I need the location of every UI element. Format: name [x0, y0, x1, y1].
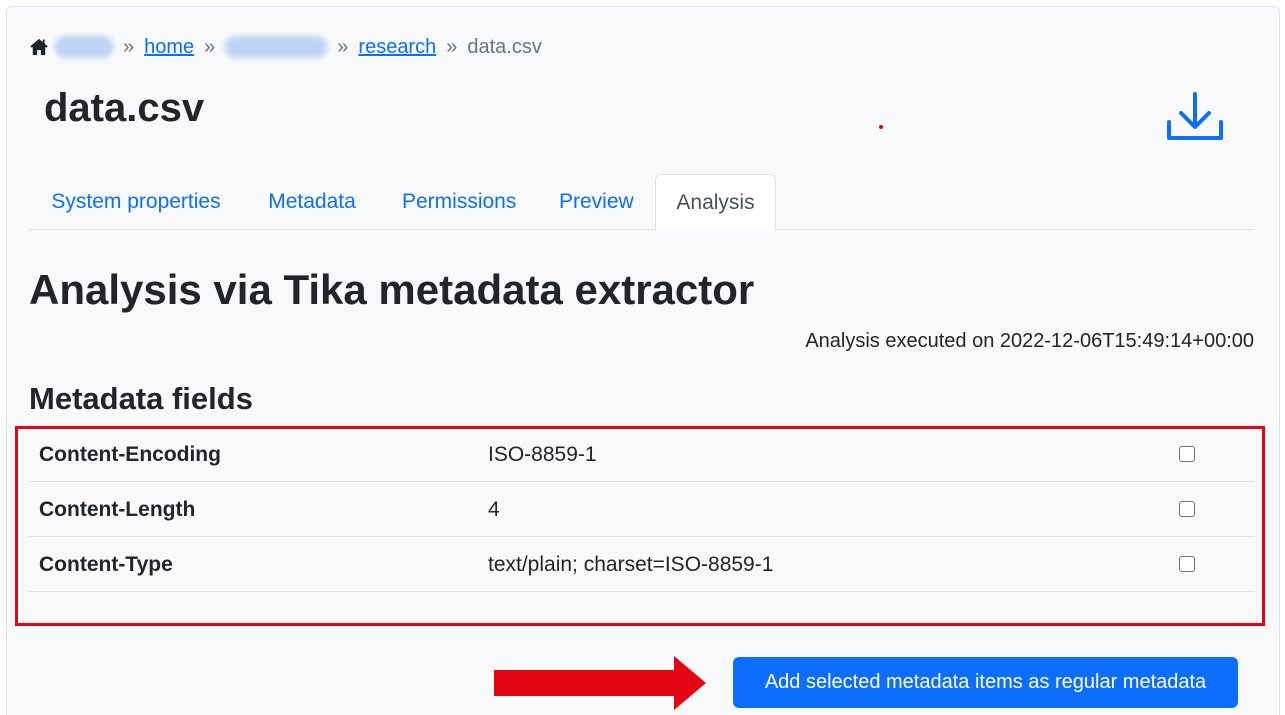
- home-icon[interactable]: [29, 37, 49, 57]
- metadata-fields-title: Metadata fields: [29, 381, 253, 416]
- tab-analysis[interactable]: Analysis: [655, 174, 776, 231]
- row-select-checkbox[interactable]: [1179, 446, 1195, 462]
- tab-bar: System properties Metadata Permissions P…: [29, 174, 1254, 231]
- metadata-value: 4: [488, 498, 500, 521]
- breadcrumb-redacted-1[interactable]: [55, 36, 113, 58]
- row-select-checkbox[interactable]: [1179, 501, 1195, 517]
- breadcrumb: » home » » research » data.csv: [29, 33, 542, 61]
- breadcrumb-current: data.csv: [467, 35, 542, 58]
- page-title: data.csv: [44, 86, 205, 130]
- breadcrumb-redacted-2[interactable]: [225, 36, 328, 58]
- metadata-key: Content-Length: [39, 498, 196, 521]
- metadata-table: Content-Encoding ISO-8859-1 Content-Leng…: [28, 427, 1254, 592]
- add-metadata-button[interactable]: Add selected metadata items as regular m…: [733, 657, 1238, 708]
- table-row: Content-Type text/plain; charset=ISO-885…: [28, 537, 1254, 592]
- breadcrumb-research-link[interactable]: research: [358, 36, 436, 59]
- tab-metadata[interactable]: Metadata: [266, 174, 358, 230]
- analysis-executed-timestamp: Analysis executed on 2022-12-06T15:49:14…: [805, 330, 1254, 352]
- breadcrumb-separator: »: [204, 35, 216, 58]
- table-row: Content-Encoding ISO-8859-1: [28, 427, 1254, 482]
- breadcrumb-separator: »: [123, 35, 135, 58]
- row-select-checkbox[interactable]: [1179, 556, 1195, 572]
- metadata-key: Content-Encoding: [39, 443, 221, 466]
- breadcrumb-separator: »: [337, 35, 349, 58]
- tab-system-properties[interactable]: System properties: [51, 174, 221, 230]
- tab-permissions[interactable]: Permissions: [402, 174, 516, 230]
- breadcrumb-separator: »: [446, 35, 458, 58]
- metadata-value: text/plain; charset=ISO-8859-1: [488, 553, 774, 576]
- analysis-title: Analysis via Tika metadata extractor: [29, 266, 755, 313]
- metadata-value: ISO-8859-1: [488, 443, 597, 466]
- table-row: Content-Length 4: [28, 482, 1254, 537]
- arrow-right-icon: [494, 656, 706, 710]
- annotation-dot: [879, 125, 883, 129]
- metadata-key: Content-Type: [39, 553, 173, 576]
- download-icon[interactable]: [1166, 92, 1224, 144]
- tab-preview[interactable]: Preview: [559, 174, 634, 230]
- breadcrumb-home-link[interactable]: home: [144, 36, 194, 59]
